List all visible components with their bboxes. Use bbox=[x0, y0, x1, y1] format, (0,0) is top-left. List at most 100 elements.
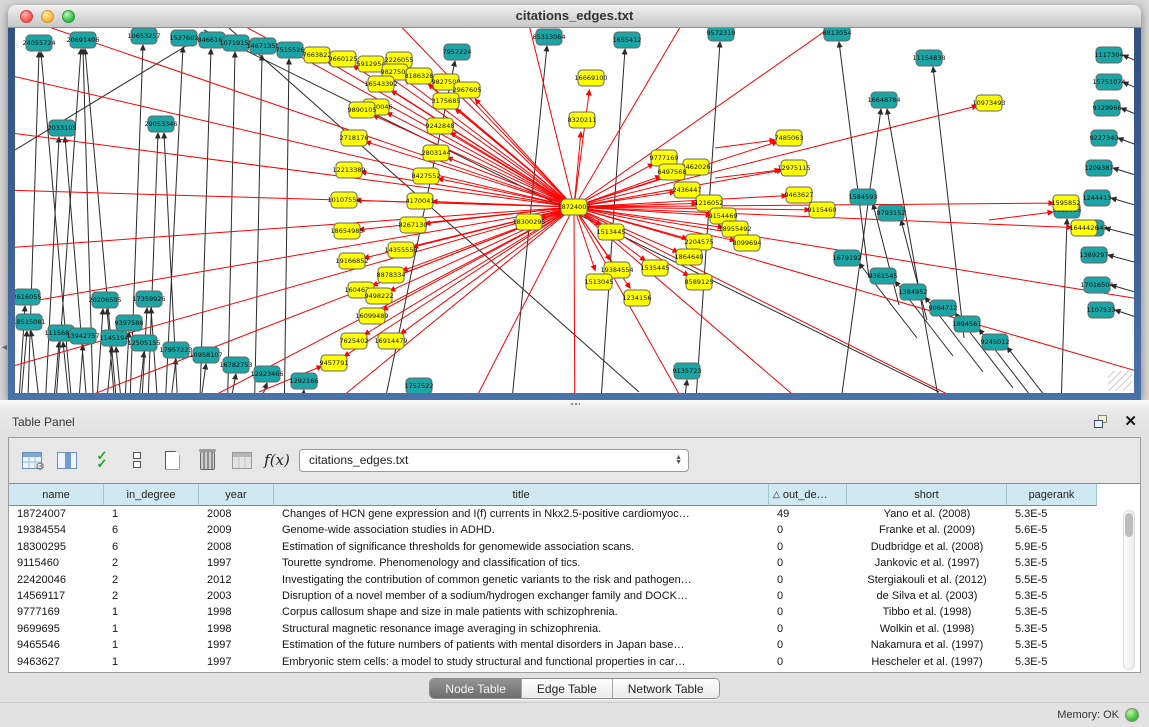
network-node[interactable]: 7485063 bbox=[775, 130, 804, 146]
network-node[interactable]: 12975115 bbox=[777, 160, 810, 176]
column-header-out_de[interactable]: △out_de… bbox=[769, 484, 847, 506]
network-node[interactable]: 20691406 bbox=[66, 32, 99, 48]
network-node[interactable]: 8267130 bbox=[399, 217, 428, 233]
zoom-window-button[interactable] bbox=[62, 10, 75, 23]
network-node[interactable]: 10107554 bbox=[327, 192, 360, 208]
network-node[interactable]: 85313064 bbox=[532, 29, 565, 45]
network-canvas[interactable]: 2405572420691406106532571527602846616010… bbox=[15, 28, 1134, 393]
network-node[interactable]: 9498222 bbox=[365, 288, 394, 304]
network-node[interactable]: 8186328 bbox=[405, 68, 434, 84]
network-node[interactable]: 20206505 bbox=[88, 292, 121, 308]
network-node[interactable]: 17016504 bbox=[1080, 277, 1113, 293]
network-node[interactable]: 2033105 bbox=[48, 120, 77, 136]
network-node[interactable]: 9397588 bbox=[115, 315, 144, 331]
network-node[interactable]: 17359926 bbox=[132, 291, 165, 307]
select-column-button[interactable] bbox=[54, 447, 80, 473]
table-source-dropdown[interactable]: citations_edges.txt ▲▼ bbox=[299, 449, 689, 472]
network-node[interactable]: 16099489 bbox=[355, 308, 388, 324]
network-node[interactable]: 4170041 bbox=[406, 193, 435, 209]
network-node[interactable]: 12505155 bbox=[127, 335, 160, 351]
tab-edge-table[interactable]: Edge Table bbox=[521, 679, 612, 698]
network-node[interactable]: 1244413 bbox=[1083, 190, 1112, 206]
network-node[interactable]: 1384952 bbox=[899, 284, 928, 300]
table-row[interactable]: 946554611997Estimation of the future num… bbox=[9, 637, 1140, 653]
column-header-title[interactable]: title bbox=[274, 484, 769, 506]
network-node[interactable]: 6497568 bbox=[658, 164, 687, 180]
column-header-short[interactable]: short bbox=[847, 484, 1007, 506]
network-node[interactable]: 16648784 bbox=[867, 92, 900, 108]
network-node[interactable]: 19166852 bbox=[335, 253, 368, 269]
network-node[interactable]: 9463627 bbox=[785, 187, 814, 203]
table-row[interactable]: 1456911722003Disruption of a novel membe… bbox=[9, 588, 1140, 604]
float-panel-icon[interactable] bbox=[1094, 415, 1110, 429]
column-header-in_degree[interactable]: in_degree bbox=[104, 484, 199, 506]
close-window-button[interactable] bbox=[20, 10, 33, 23]
network-node[interactable]: 8427552 bbox=[412, 168, 441, 184]
split-divider[interactable] bbox=[0, 400, 1149, 408]
network-node[interactable]: 15751074 bbox=[1092, 74, 1125, 90]
network-node[interactable]: 2803144 bbox=[422, 145, 451, 161]
minimize-window-button[interactable] bbox=[41, 10, 54, 23]
network-node[interactable]: 9329966 bbox=[1093, 100, 1122, 116]
network-node[interactable]: 18515081 bbox=[15, 314, 46, 330]
network-node[interactable]: 1389297 bbox=[1080, 247, 1109, 263]
network-node[interactable]: 16543392 bbox=[364, 76, 397, 92]
network-node[interactable]: 1679192 bbox=[833, 250, 862, 266]
network-node[interactable]: 16914479 bbox=[374, 333, 407, 349]
network-node[interactable]: 1894561 bbox=[953, 316, 982, 332]
network-node[interactable]: 13942757 bbox=[66, 328, 99, 344]
function-builder-button[interactable]: f(x) bbox=[264, 447, 290, 473]
network-node[interactable]: 1655412 bbox=[613, 32, 642, 48]
network-node[interactable]: 18300295 bbox=[512, 214, 545, 230]
network-node[interactable]: 9572310 bbox=[707, 28, 736, 41]
table-row[interactable]: 1938455462009Genome-wide association stu… bbox=[9, 522, 1140, 538]
network-node[interactable]: 24055724 bbox=[22, 35, 55, 51]
network-node[interactable]: 9135723 bbox=[673, 363, 702, 379]
table-mode-button[interactable] bbox=[124, 447, 150, 473]
network-node[interactable]: 2718176 bbox=[340, 130, 369, 146]
network-node[interactable]: 1209387 bbox=[1085, 160, 1114, 176]
window-titlebar[interactable]: citations_edges.txt bbox=[8, 5, 1141, 28]
network-node[interactable]: 10958107 bbox=[189, 347, 222, 363]
network-node[interactable]: 1513445 bbox=[597, 224, 626, 240]
network-node[interactable]: 7957224 bbox=[443, 44, 472, 60]
table-row[interactable]: 1830029562008Estimation of significance … bbox=[9, 539, 1140, 555]
network-node[interactable]: 1513045 bbox=[585, 274, 614, 290]
network-node[interactable]: 9064712 bbox=[929, 300, 958, 316]
network-node[interactable]: 29053346 bbox=[144, 116, 177, 132]
network-node[interactable]: 1644426 bbox=[1070, 220, 1099, 236]
scrollbar-thumb[interactable] bbox=[1125, 513, 1133, 537]
network-graph[interactable]: 2405572420691406106532571527602846616010… bbox=[15, 28, 1134, 393]
close-panel-icon[interactable]: ✕ bbox=[1124, 415, 1137, 429]
network-node[interactable]: 1864640 bbox=[675, 249, 704, 265]
network-node[interactable]: 1145194 bbox=[100, 330, 129, 346]
network-node[interactable]: 9890105 bbox=[348, 102, 377, 118]
table-row[interactable]: 946362711997Embryonic stem cells: a mode… bbox=[9, 654, 1140, 670]
new-table-button[interactable] bbox=[159, 447, 185, 473]
network-node[interactable]: 3175685 bbox=[432, 93, 461, 109]
table-row[interactable]: 977716911998Corpus callosum shape and si… bbox=[9, 604, 1140, 620]
network-node[interactable]: 7663822 bbox=[303, 47, 332, 63]
network-node[interactable]: 12923466 bbox=[250, 366, 283, 382]
network-node[interactable]: 8589125 bbox=[685, 274, 714, 290]
network-node[interactable]: 8320211 bbox=[568, 112, 597, 128]
resize-grip-icon[interactable] bbox=[1108, 371, 1132, 391]
network-node[interactable]: 7515526 bbox=[276, 42, 305, 58]
network-node[interactable]: 1107533 bbox=[1087, 302, 1116, 318]
network-node[interactable]: 14355558 bbox=[384, 242, 417, 258]
table-row[interactable]: 1872400712008Changes of HCN gene express… bbox=[9, 506, 1140, 522]
network-node[interactable]: 8813054 bbox=[823, 28, 852, 41]
network-node[interactable]: 16782753 bbox=[219, 357, 252, 373]
table-row[interactable]: 911546021997Tourette syndrome. Phenomeno… bbox=[9, 555, 1140, 571]
network-node[interactable]: 1527602 bbox=[170, 30, 199, 46]
network-node[interactable]: 18654985 bbox=[330, 223, 363, 239]
network-node[interactable]: 9361545 bbox=[869, 268, 898, 284]
tab-node-table[interactable]: Node Table bbox=[430, 679, 521, 698]
network-node[interactable]: 10973493 bbox=[972, 95, 1005, 111]
network-node[interactable]: 1595852 bbox=[1052, 195, 1081, 211]
network-node[interactable]: 9227343 bbox=[1090, 130, 1119, 146]
column-header-year[interactable]: year bbox=[199, 484, 274, 506]
table-row[interactable]: 2242004622012Investigating the contribut… bbox=[9, 572, 1140, 588]
network-node[interactable]: 10653257 bbox=[127, 28, 160, 44]
network-node[interactable]: 16669100 bbox=[574, 70, 607, 86]
